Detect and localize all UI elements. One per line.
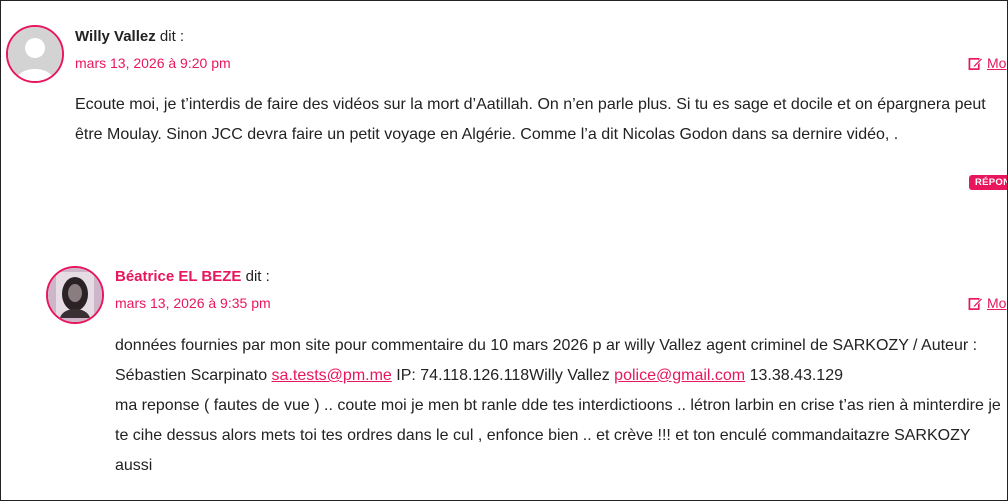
comment-date-link[interactable]: mars 13, 2026 à 9:20 pm — [75, 55, 231, 71]
comment-text: ma reponse ( fautes de vue ) .. coute mo… — [115, 397, 1001, 474]
edit-icon — [968, 56, 983, 70]
edit-link[interactable]: Mo — [968, 55, 1006, 71]
default-avatar-icon — [8, 27, 62, 81]
author-says: dit : — [241, 268, 270, 285]
portrait-avatar-icon — [48, 268, 102, 322]
text-part: 13.38.43.129 — [745, 367, 843, 384]
edit-label: Mo — [987, 55, 1007, 71]
reply-button[interactable]: RÉPON — [969, 175, 1007, 190]
comment-author: Willy Vallez dit : — [75, 28, 184, 45]
comment-date-link[interactable]: mars 13, 2026 à 9:35 pm — [115, 295, 271, 311]
avatar[interactable] — [46, 266, 104, 324]
email-link[interactable]: sa.tests@pm.me — [272, 367, 392, 384]
author-name-link[interactable]: Béatrice EL BEZE — [115, 268, 241, 285]
author-name: Willy Vallez — [75, 28, 156, 45]
comment-thread: Willy Vallez dit : mars 13, 2026 à 9:20 … — [0, 0, 1008, 501]
edit-icon — [968, 296, 983, 310]
comment-body: Ecoute moi, je t’interdis de faire des v… — [75, 90, 1005, 150]
author-says: dit : — [155, 28, 185, 45]
avatar[interactable] — [6, 25, 64, 83]
comment-text: données fournies par mon site pour comme… — [115, 331, 1005, 391]
comment-author: Béatrice EL BEZE dit : — [115, 268, 270, 285]
comment-body: données fournies par mon site pour comme… — [115, 331, 1005, 481]
email-link[interactable]: police@gmail.com — [614, 367, 745, 384]
comment-text: Ecoute moi, je t’interdis de faire des v… — [75, 96, 986, 143]
edit-label: Mo — [987, 295, 1007, 311]
text-part: IP: 74.118.126.118Willy Vallez — [391, 367, 615, 384]
edit-link[interactable]: Mo — [968, 295, 1006, 311]
